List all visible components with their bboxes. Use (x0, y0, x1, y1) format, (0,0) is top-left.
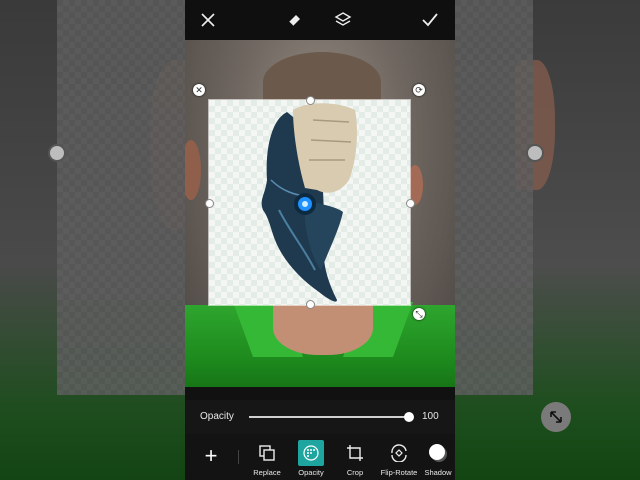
resize-handle-bottom[interactable] (306, 300, 315, 309)
scale-layer-button[interactable]: ⤡ (413, 308, 425, 320)
rotate-icon: ⟳ (415, 85, 423, 95)
close-icon: ✕ (195, 85, 203, 95)
opacity-slider-track[interactable] (249, 416, 409, 418)
tool-shadow[interactable]: Shadow (421, 438, 455, 480)
resize-handle-top[interactable] (306, 96, 315, 105)
opacity-slider-thumb[interactable] (404, 412, 414, 422)
tool-replace[interactable]: Replace (245, 438, 289, 480)
opacity-control: Opacity 100 (185, 400, 455, 434)
tool-opacity[interactable]: Opacity (289, 438, 333, 480)
robot-head-image (261, 103, 357, 302)
tool-shadow-label: Shadow (424, 468, 452, 477)
rotate-layer-button[interactable]: ⟳ (413, 84, 425, 96)
close-icon (201, 13, 215, 27)
tool-flip-rotate-label: Flip-Rotate (380, 468, 418, 477)
replace-icon (254, 440, 280, 466)
photo-canvas[interactable]: ✕ ⟳ ⤡ (185, 40, 455, 387)
toolbar-divider (238, 450, 239, 464)
tool-replace-label: Replace (253, 468, 281, 477)
side-handle-right[interactable] (526, 144, 544, 162)
side-handle-left[interactable] (48, 144, 66, 162)
editor-panel: ✕ ⟳ ⤡ Opacity 100 + Replace Opacity Crop… (185, 0, 455, 480)
transparent-area-left (57, 0, 185, 395)
tool-crop-label: Crop (346, 468, 364, 477)
eraser-icon (288, 15, 300, 27)
delete-layer-button[interactable]: ✕ (193, 84, 205, 96)
apply-button[interactable] (418, 8, 442, 32)
plus-icon: + (204, 443, 218, 468)
layers-icon (334, 12, 352, 26)
tool-crop[interactable]: Crop (333, 438, 377, 480)
close-button[interactable] (196, 8, 220, 32)
tool-flip-rotate[interactable]: Flip-Rotate (377, 438, 421, 480)
opacity-label: Opacity (200, 411, 234, 422)
add-button[interactable]: + (199, 444, 223, 468)
transparent-area-right (455, 0, 533, 395)
top-toolbar (185, 0, 455, 40)
resize-icon: ⤡ (415, 309, 423, 319)
resize-handle-left[interactable] (205, 199, 214, 208)
layers-button[interactable] (331, 8, 355, 32)
resize-fab[interactable] (541, 402, 571, 432)
shadow-icon (425, 440, 451, 466)
bottom-toolbar: + Replace Opacity Crop Flip-Rotate Shado… (185, 434, 455, 480)
resize-handle-right[interactable] (406, 199, 415, 208)
tool-opacity-label: Opacity (298, 468, 324, 477)
eraser-button[interactable] (283, 8, 307, 32)
photo-ear-left (185, 140, 201, 200)
checkmark-icon (422, 13, 438, 27)
flip-rotate-icon (386, 440, 412, 466)
resize-icon (550, 411, 562, 423)
sticker-layer[interactable] (205, 96, 415, 309)
opacity-value: 100 (422, 411, 439, 422)
opacity-icon (298, 440, 324, 466)
crop-icon (342, 440, 368, 466)
